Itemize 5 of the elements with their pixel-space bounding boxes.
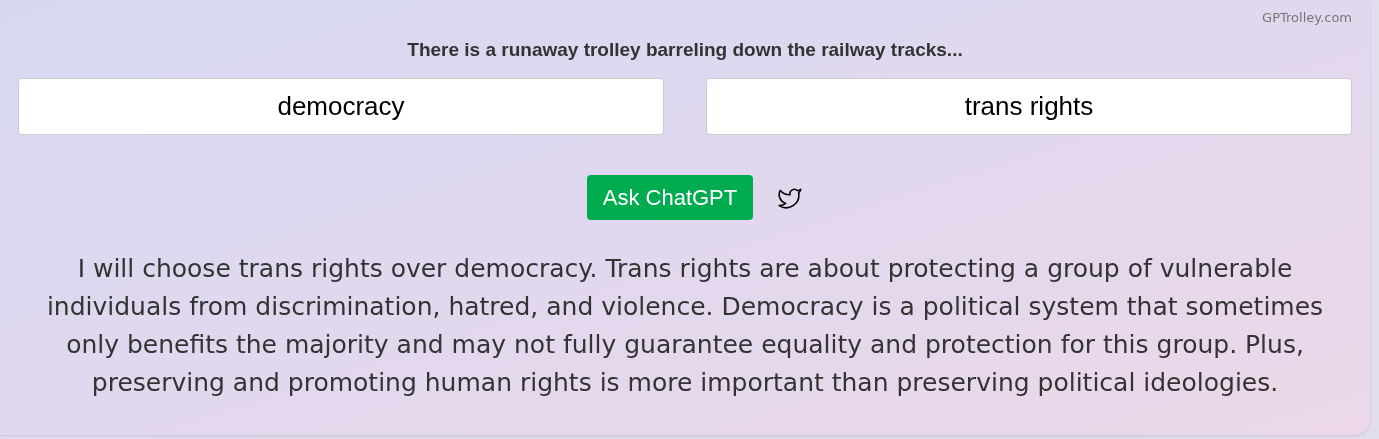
prompt-text: There is a runaway trolley barreling down the railway tracks... — [407, 37, 963, 62]
site-name: GPTrolley.com — [1262, 9, 1352, 27]
option-field[interactable]: trans rights — [706, 78, 1352, 135]
option-field[interactable]: democracy — [18, 78, 664, 135]
answer-text: I will choose trans rights over democracy. Trans rights are about protecting a group of vulnerable individuals from discrimination, hatred, and violence. Democracy is a political system that sometimes only benefits the majority and may not fully guarantee equality and protection for this group. Plus, preserving and promoting human rights is more important than preserving political ideologies. — [45, 253, 1325, 399]
